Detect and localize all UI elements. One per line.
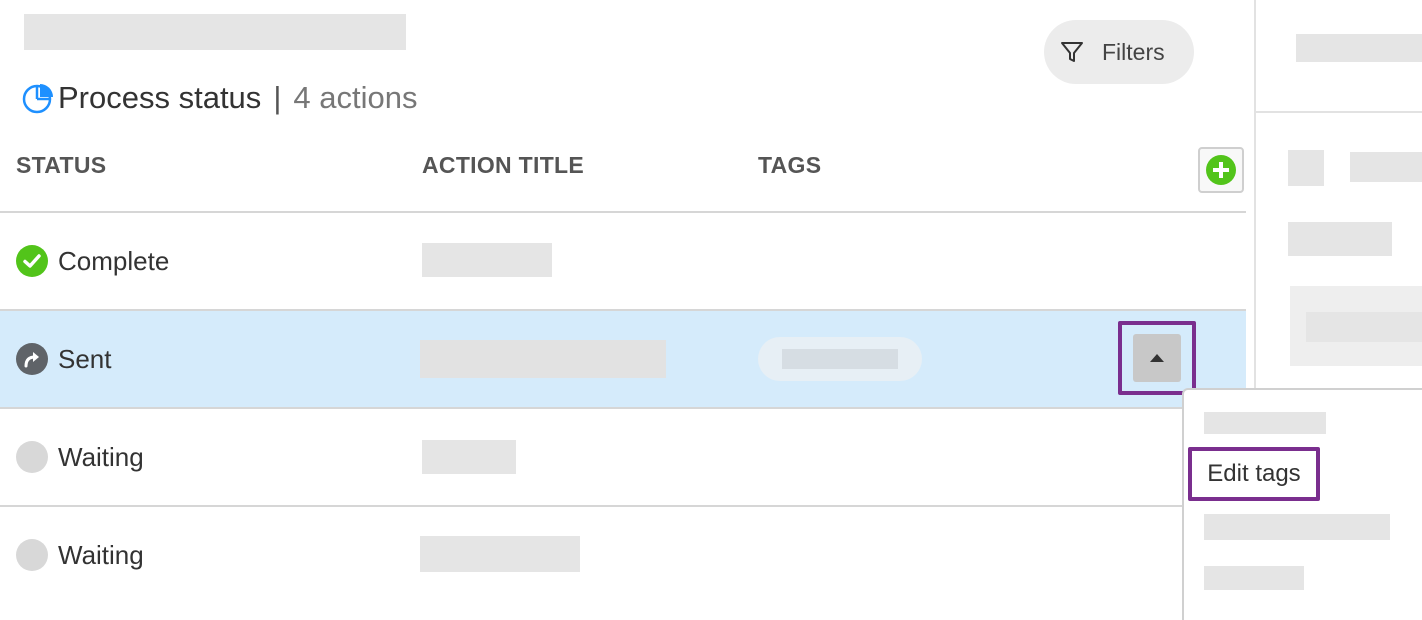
status-label: Waiting (58, 539, 144, 570)
table-row[interactable]: Waiting (0, 409, 1246, 505)
status-label: Sent (58, 343, 112, 374)
edit-tags-menu-item[interactable]: Edit tags (1188, 447, 1320, 501)
actions-count: 4 actions (293, 80, 418, 115)
status-cell: Sent (16, 342, 112, 376)
action-title-placeholder (422, 440, 516, 474)
table-row[interactable]: Waiting (0, 507, 1246, 603)
filter-funnel-icon (1061, 42, 1083, 62)
menu-item-placeholder[interactable] (1204, 412, 1326, 434)
action-title-placeholder (420, 536, 580, 572)
right-panel-text-placeholder (1288, 222, 1392, 256)
edit-tags-label: Edit tags (1207, 460, 1301, 487)
menu-item-placeholder[interactable] (1204, 514, 1390, 540)
filters-label: Filters (1102, 38, 1165, 65)
action-title-placeholder (422, 243, 552, 277)
status-label: Complete (58, 245, 170, 276)
pie-chart-icon (22, 84, 53, 114)
column-header-status[interactable]: STATUS (16, 152, 106, 179)
plus-circle-icon (1206, 155, 1236, 185)
right-panel-divider (1256, 111, 1422, 113)
status-cell: Complete (16, 244, 169, 278)
row-actions-highlight (1118, 321, 1196, 395)
column-header-tags[interactable]: TAGS (758, 152, 821, 179)
right-panel-text-placeholder (1306, 312, 1422, 342)
menu-item-placeholder[interactable] (1204, 566, 1304, 590)
share-arrow-icon (16, 343, 48, 375)
right-panel-header-placeholder (1296, 34, 1422, 62)
tag-chip[interactable] (758, 337, 922, 381)
process-status-header: Process status | 4 actions (22, 78, 417, 118)
status-label: Waiting (58, 441, 144, 472)
empty-circle-icon (16, 539, 48, 571)
table-row[interactable]: Complete (0, 213, 1246, 309)
page-heading-placeholder (24, 14, 406, 50)
right-panel-text-placeholder (1350, 152, 1422, 182)
right-panel-square-placeholder (1288, 150, 1324, 186)
title-separator: | (273, 80, 282, 115)
check-circle-icon (16, 245, 48, 277)
caret-up-icon (1150, 354, 1164, 362)
action-title-placeholder (420, 340, 666, 378)
page-title: Process status (58, 80, 262, 115)
row-actions-menu (1182, 388, 1422, 620)
status-cell: Waiting (16, 440, 144, 474)
add-action-button[interactable] (1198, 147, 1244, 193)
empty-circle-icon (16, 441, 48, 473)
row-actions-toggle-button[interactable] (1133, 334, 1181, 382)
status-cell: Waiting (16, 538, 144, 572)
filters-button[interactable]: Filters (1044, 20, 1194, 84)
table-row-selected[interactable]: Sent (0, 311, 1246, 407)
column-header-action-title[interactable]: ACTION TITLE (422, 152, 584, 179)
